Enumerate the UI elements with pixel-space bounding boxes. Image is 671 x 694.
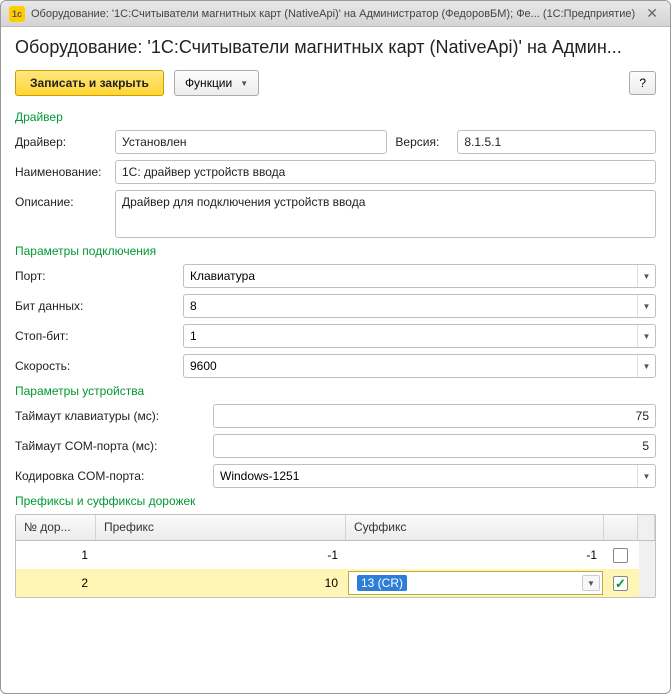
col-suffix-header[interactable]: Суффикс	[346, 515, 604, 540]
databits-value: 8	[184, 295, 637, 317]
scrollbar-track[interactable]	[639, 541, 655, 569]
description-label: Описание:	[15, 190, 107, 209]
com-encoding-label: Кодировка COM-порта:	[15, 464, 205, 483]
row1-check[interactable]	[605, 541, 639, 569]
driver-status-field[interactable]: Установлен	[115, 130, 387, 154]
name-field[interactable]: 1С: драйвер устройств ввода	[115, 160, 656, 184]
chevron-down-icon[interactable]: ▼	[582, 575, 600, 591]
port-label: Порт:	[15, 264, 175, 283]
titlebar-text: Оборудование: '1С:Считыватели магнитных …	[31, 8, 642, 20]
port-select[interactable]: Клавиатура ▼	[183, 264, 656, 288]
chevron-down-icon[interactable]: ▼	[637, 295, 655, 317]
table-row[interactable]: 1 -1 -1	[16, 541, 655, 569]
kb-timeout-label: Таймаут клавиатуры (мс):	[15, 404, 205, 423]
col-check-header	[604, 515, 638, 540]
chevron-down-icon[interactable]: ▼	[637, 355, 655, 377]
chevron-down-icon[interactable]: ▼	[637, 465, 655, 487]
section-device-title: Параметры устройства	[15, 384, 656, 398]
tracks-grid: № дор... Префикс Суффикс 1 -1 -1 2 10 13…	[15, 514, 656, 598]
speed-select[interactable]: 9600 ▼	[183, 354, 656, 378]
checkbox-checked-icon	[613, 576, 628, 591]
speed-label: Скорость:	[15, 354, 175, 373]
functions-label: Функции	[185, 76, 232, 90]
name-label: Наименование:	[15, 160, 107, 179]
scrollbar-track[interactable]	[639, 569, 655, 597]
row2-prefix: 10	[96, 569, 346, 597]
databits-label: Бит данных:	[15, 294, 175, 313]
titlebar: 1c Оборудование: '1С:Считыватели магнитн…	[1, 1, 670, 27]
chevron-down-icon[interactable]: ▼	[637, 265, 655, 287]
description-field[interactable]: Драйвер для подключения устройств ввода	[115, 190, 656, 238]
com-encoding-value: Windows-1251	[214, 465, 637, 487]
chevron-down-icon[interactable]: ▼	[637, 325, 655, 347]
help-button[interactable]: ?	[629, 71, 656, 95]
com-timeout-field[interactable]: 5	[213, 434, 656, 458]
row2-track: 2	[16, 569, 96, 597]
checkbox-icon	[613, 548, 628, 563]
grid-header: № дор... Префикс Суффикс	[16, 515, 655, 541]
port-value: Клавиатура	[184, 265, 637, 287]
section-tracks-title: Префиксы и суффиксы дорожек	[15, 494, 656, 508]
page-title: Оборудование: '1С:Считыватели магнитных …	[15, 37, 656, 58]
toolbar: Записать и закрыть Функции ▼ ?	[15, 70, 656, 96]
close-icon[interactable]: ✕	[642, 5, 662, 22]
row1-track: 1	[16, 541, 96, 569]
row2-suffix-value: 13 (CR)	[357, 575, 407, 591]
row1-prefix: -1	[96, 541, 346, 569]
version-label: Версия:	[395, 130, 449, 149]
section-driver-title: Драйвер	[15, 110, 656, 124]
table-row[interactable]: 2 10 13 (CR) ▼	[16, 569, 655, 597]
com-encoding-select[interactable]: Windows-1251 ▼	[213, 464, 656, 488]
stopbit-select[interactable]: 1 ▼	[183, 324, 656, 348]
scrollbar[interactable]	[638, 515, 655, 540]
speed-value: 9600	[184, 355, 637, 377]
com-timeout-label: Таймаут COM-порта (мс):	[15, 434, 205, 453]
stopbit-value: 1	[184, 325, 637, 347]
driver-label: Драйвер:	[15, 130, 107, 149]
version-field[interactable]: 8.1.5.1	[457, 130, 656, 154]
section-connection-title: Параметры подключения	[15, 244, 656, 258]
kb-timeout-field[interactable]: 75	[213, 404, 656, 428]
row2-suffix[interactable]: 13 (CR) ▼	[348, 571, 603, 595]
functions-button[interactable]: Функции ▼	[174, 70, 259, 96]
row2-check[interactable]	[605, 569, 639, 597]
stopbit-label: Стоп-бит:	[15, 324, 175, 343]
col-prefix-header[interactable]: Префикс	[96, 515, 346, 540]
chevron-down-icon: ▼	[240, 79, 248, 88]
databits-select[interactable]: 8 ▼	[183, 294, 656, 318]
save-and-close-button[interactable]: Записать и закрыть	[15, 70, 164, 96]
app-icon: 1c	[9, 6, 25, 22]
col-track-header[interactable]: № дор...	[16, 515, 96, 540]
row1-suffix: -1	[346, 541, 605, 569]
